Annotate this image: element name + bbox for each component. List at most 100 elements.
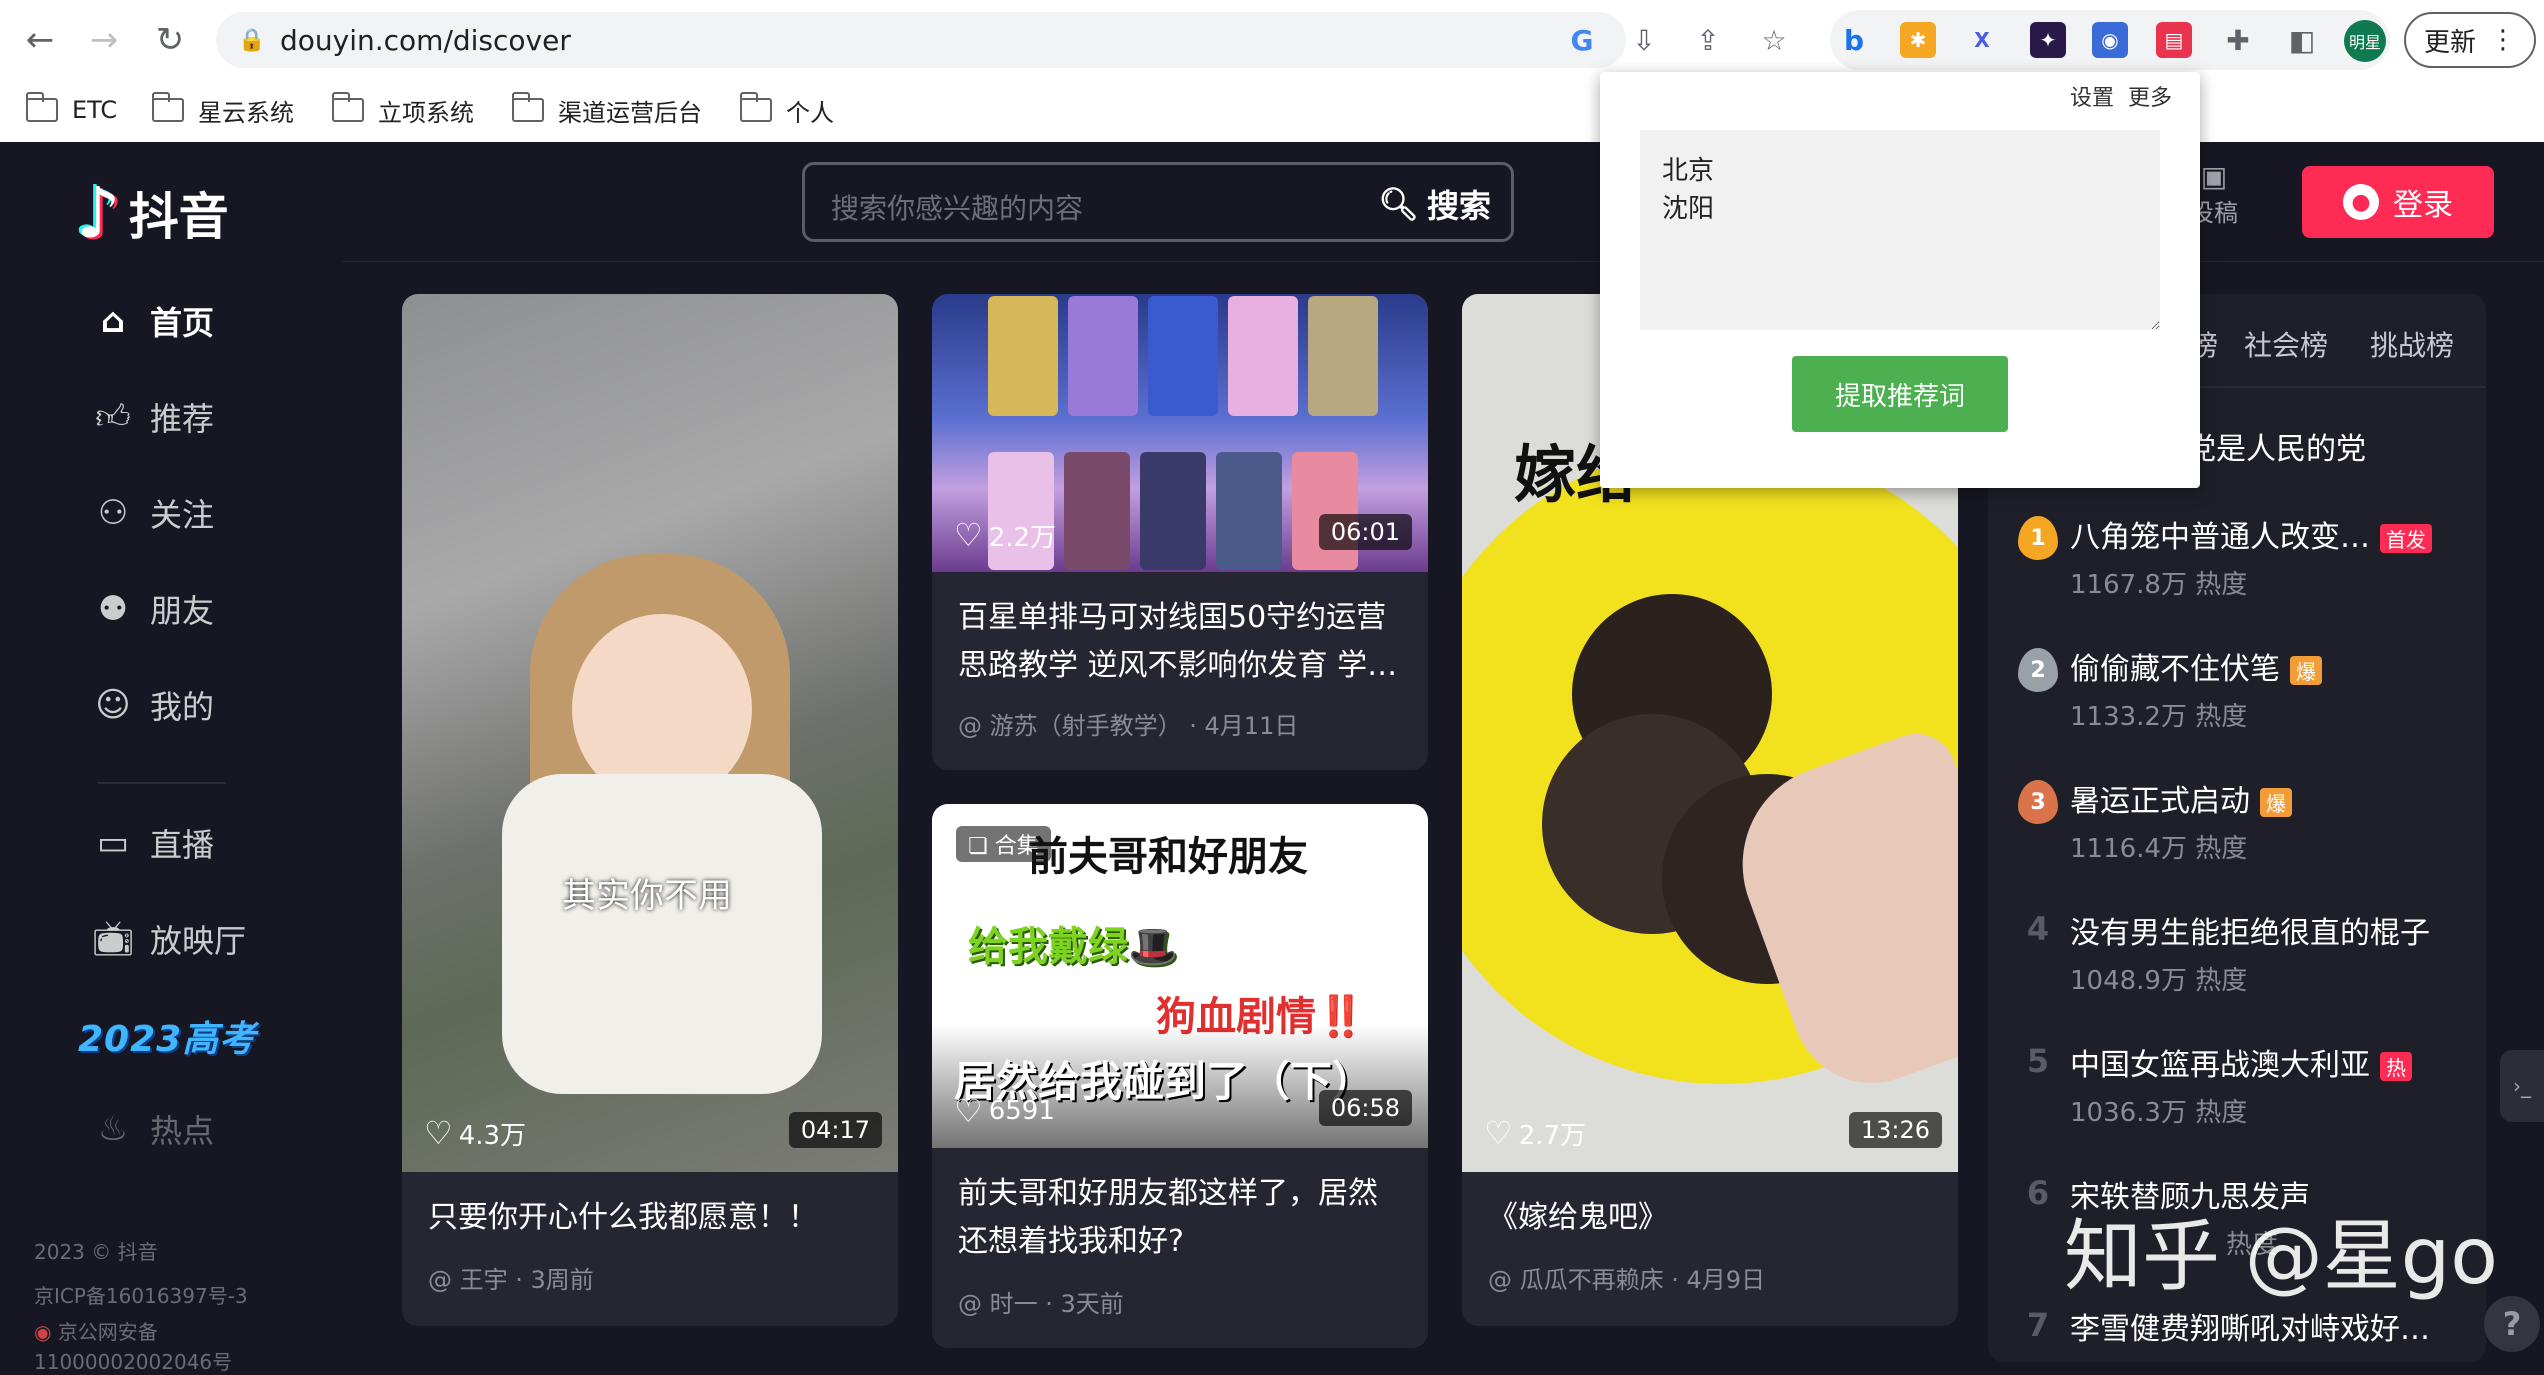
layers-icon: ❏ — [968, 834, 988, 859]
status-badge: 爆 — [2290, 656, 2322, 685]
lock-icon: 🔒 — [238, 27, 266, 53]
video-card[interactable]: ❏ 合集 前夫哥和好朋友 给我戴绿🎩 狗血剧情‼️ 居然给我碰到了（下） ♡ 65… — [932, 804, 1428, 1348]
profile-avatar[interactable]: 明星 — [2344, 20, 2386, 62]
login-button[interactable]: ● 登录 — [2302, 166, 2494, 238]
address-bar[interactable]: 🔒 douyin.com/discover — [216, 12, 1626, 68]
status-badge: 爆 — [2260, 788, 2292, 817]
puzzle-icon[interactable]: ✚ — [2220, 22, 2256, 58]
video-author[interactable]: @ 瓜瓜不再赖床 — [1488, 1266, 1664, 1294]
video-title[interactable]: 前夫哥和好朋友都这样了，居然 还想着找我和好? — [958, 1170, 1378, 1266]
bing-extension-icon[interactable]: b — [1836, 22, 1872, 58]
camera-icon: ▣ — [2200, 160, 2228, 193]
video-author[interactable]: @ 时一 — [958, 1290, 1038, 1318]
tab-challenge[interactable]: 挑战榜 — [2370, 324, 2454, 364]
side-expand-icon[interactable]: ›_ — [2500, 1050, 2544, 1122]
like-count: ♡ 6591 — [954, 1092, 1055, 1130]
search-button[interactable]: 🔍︎ 搜索 — [1378, 181, 1491, 227]
bookmark-lixiang[interactable]: 立项系统 — [332, 88, 474, 132]
video-time: · 3天前 — [1045, 1290, 1124, 1318]
share-icon[interactable]: ⇪ — [1686, 18, 1730, 62]
sidebar-item-friends[interactable]: ⚉ 朋友 — [90, 586, 214, 632]
sidebar-item-recommend[interactable]: 👍︎ 推荐 — [90, 394, 214, 440]
folder-icon — [332, 92, 364, 122]
sidebar-item-cinema[interactable]: 📺︎ 放映厅 — [90, 916, 246, 962]
sidebar-item-home[interactable]: ⌂ 首页 — [90, 298, 214, 344]
update-button[interactable]: 更新 ⋮ — [2404, 12, 2536, 68]
footer-icp[interactable]: 京ICP备16016397号-3 — [34, 1280, 248, 1309]
reload-icon[interactable]: ↻ — [146, 16, 194, 64]
extension-active-icon[interactable]: ▤ — [2156, 22, 2192, 58]
video-author[interactable]: @ 游苏（射手教学） — [958, 712, 1182, 740]
folder-icon — [740, 92, 772, 122]
search-box[interactable]: 搜索你感兴趣的内容 🔍︎ 搜索 — [802, 162, 1514, 242]
extension-orange-icon[interactable]: ✱ — [1900, 22, 1936, 58]
extension-globe-icon[interactable]: ◉ — [2092, 22, 2128, 58]
sidebar-item-follow[interactable]: ⚇ 关注 — [90, 490, 214, 536]
video-thumbnail[interactable]: 其实你不用 ♡ 4.3万 04:17 — [402, 294, 898, 1172]
gaokao-badge[interactable]: 2023高考 — [78, 1010, 256, 1062]
video-title[interactable]: 《嫁给鬼吧》 — [1488, 1194, 1668, 1242]
douyin-logo[interactable]: ♪ 抖音 — [76, 172, 229, 254]
sidepanel-icon[interactable]: ◧ — [2284, 22, 2320, 58]
like-count: ♡ 2.2万 — [954, 516, 1056, 554]
video-card[interactable]: ♡ 2.2万 06:01 百星单排马可对线国50守约运营 思路教学 逆风不影响你发育… — [932, 294, 1428, 770]
sidebar-item-label: 放映厅 — [150, 922, 247, 960]
video-title-line: 百星单排马可对线国50守约运营 — [958, 600, 1387, 635]
pinned-topic[interactable]: 党是人民的党 — [2186, 424, 2366, 468]
sidebar-divider — [98, 782, 226, 784]
sidebar-item-live[interactable]: ▭ 直播 — [90, 820, 214, 866]
star-icon[interactable]: ☆ — [1752, 18, 1796, 62]
fetch-keywords-button[interactable]: 提取推荐词 — [1792, 356, 2008, 432]
footer-police[interactable]: ◉ 京公网安备 — [34, 1316, 158, 1345]
settings-link[interactable]: 设置 — [2070, 80, 2114, 112]
more-link[interactable]: 更多 — [2128, 80, 2172, 112]
tab-social[interactable]: 社会榜 — [2244, 324, 2328, 364]
video-author[interactable]: @ 王宇 — [428, 1266, 508, 1294]
video-title[interactable]: 百星单排马可对线国50守约运营 思路教学 逆风不影响你发育 学… — [958, 594, 1397, 690]
user-plus-icon: ⚇ — [97, 493, 129, 533]
thumbs-up-icon: 👍︎ — [95, 396, 131, 437]
bookmark-qudao[interactable]: 渠道运营后台 — [512, 88, 702, 132]
sidebar-item-label: 朋友 — [150, 592, 215, 630]
url-text: douyin.com/discover — [280, 23, 571, 57]
video-time: · 4月9日 — [1671, 1266, 1766, 1294]
like-value: 6591 — [988, 1096, 1055, 1126]
video-title[interactable]: 只要你开心什么我都愿意！！ — [428, 1194, 818, 1242]
heart-icon: ♡ — [1484, 1114, 1513, 1152]
footer-police-label: 京公网安备 — [57, 1320, 158, 1344]
sidebar-item-label: 热点 — [150, 1112, 215, 1150]
keywords-textarea[interactable] — [1640, 130, 2160, 330]
watermark: 知乎 @星go — [2064, 1212, 2499, 1302]
extension-purple-icon[interactable]: ✦ — [2030, 22, 2066, 58]
bookmark-geren[interactable]: 个人 — [740, 88, 834, 132]
video-duration: 06:01 — [1318, 514, 1412, 550]
bookmark-xingyun[interactable]: 星云系统 — [152, 88, 294, 132]
folder-icon — [512, 92, 544, 122]
video-thumbnail[interactable]: ❏ 合集 前夫哥和好朋友 给我戴绿🎩 狗血剧情‼️ 居然给我碰到了（下） ♡ 65… — [932, 804, 1428, 1148]
ranking-heat: 1167.8万 热度 — [2070, 570, 2248, 600]
user-icon: ☺ — [95, 685, 131, 725]
extension-x-icon[interactable]: X — [1964, 22, 2000, 58]
video-title-line: 前夫哥和好朋友都这样了，居然 — [958, 1176, 1378, 1211]
google-icon[interactable]: G — [1560, 18, 1604, 62]
police-badge-icon: ◉ — [34, 1320, 52, 1344]
sidebar-item-label: 推荐 — [150, 400, 215, 438]
sidebar-item-label: 我的 — [150, 688, 215, 726]
logo-text: 抖音 — [128, 188, 229, 246]
video-time: · 3周前 — [515, 1266, 594, 1294]
folder-icon — [152, 92, 184, 122]
back-icon[interactable]: ← — [16, 16, 64, 64]
hero-cards-row — [988, 296, 1378, 416]
bookmark-label: 渠道运营后台 — [558, 98, 702, 127]
bookmark-label: 立项系统 — [378, 98, 474, 127]
sidebar-item-hot[interactable]: ♨ 热点 — [90, 1106, 214, 1152]
forward-icon[interactable]: → — [80, 16, 128, 64]
video-card[interactable]: 其实你不用 ♡ 4.3万 04:17 只要你开心什么我都愿意！！ @ 王宇 · 3… — [402, 294, 898, 1326]
install-icon[interactable]: ⇩ — [1622, 18, 1666, 62]
bookmark-etc[interactable]: ETC — [26, 88, 117, 132]
search-input[interactable]: 搜索你感兴趣的内容 — [831, 187, 1083, 227]
heart-icon: ♡ — [954, 1092, 983, 1130]
sidebar-item-mine[interactable]: ☺ 我的 — [90, 682, 214, 728]
footer-copyright: 2023 © 抖音 — [34, 1240, 158, 1264]
video-thumbnail[interactable]: ♡ 2.2万 06:01 — [932, 294, 1428, 572]
